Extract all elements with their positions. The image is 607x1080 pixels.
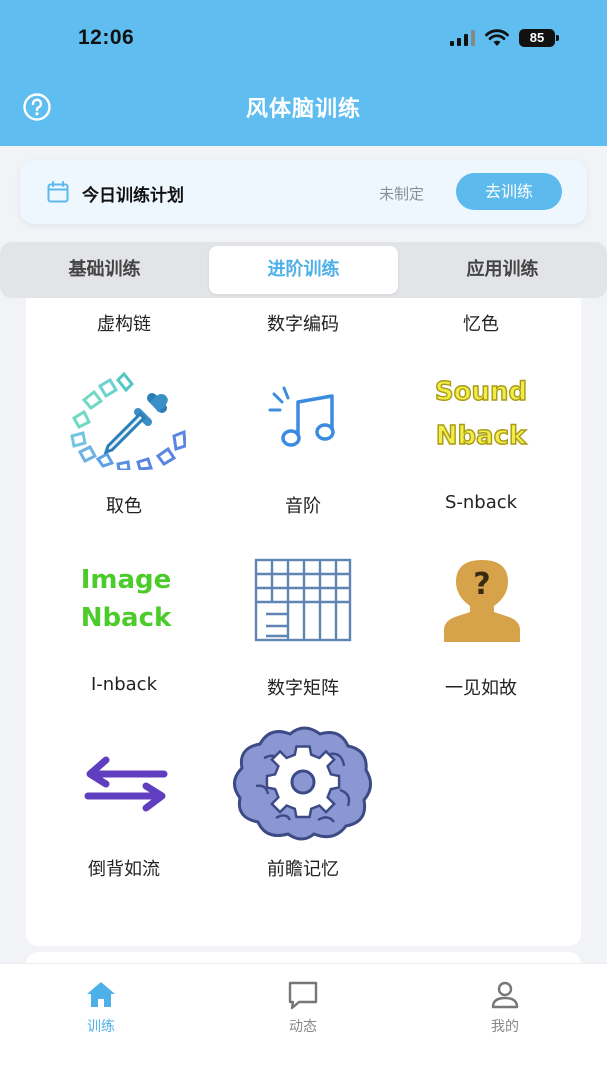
- nav-label: 训练: [87, 1019, 115, 1035]
- tab-basic[interactable]: 基础训练: [0, 246, 209, 294]
- nav-item-profile[interactable]: 我的: [445, 978, 565, 1036]
- tab-applied[interactable]: 应用训练: [398, 246, 607, 294]
- go-train-button[interactable]: 去训练: [456, 173, 562, 210]
- grid-item-label[interactable]: S-nback: [391, 492, 571, 513]
- grid-item-label[interactable]: 一见如故: [391, 674, 571, 700]
- grid-item-label[interactable]: I-nback: [34, 674, 214, 695]
- music-note-icon[interactable]: [266, 380, 342, 456]
- svg-text:Image: Image: [81, 565, 172, 595]
- brain-gear-icon[interactable]: [230, 724, 376, 842]
- grid-matrix-icon[interactable]: [252, 556, 356, 646]
- tab-advanced[interactable]: 进阶训练: [209, 246, 398, 294]
- svg-text:Sound: Sound: [435, 377, 527, 407]
- person-icon: [491, 981, 519, 1009]
- nav-item-feed[interactable]: 动态: [243, 978, 363, 1036]
- training-tabs: 基础训练 进阶训练 应用训练: [0, 242, 607, 298]
- plan-title: 今日训练计划: [82, 186, 184, 206]
- grid-item-label[interactable]: 数字编码: [213, 310, 393, 336]
- image-nback-logo[interactable]: Image Nback: [66, 556, 186, 636]
- grid-item-label[interactable]: 数字矩阵: [213, 674, 393, 700]
- battery-icon: 85: [519, 29, 559, 47]
- grid-item-label[interactable]: 忆色: [391, 310, 571, 336]
- training-grid: 虚构链 数字编码 忆色 取色 音阶 Sound Nback S-nback Im…: [26, 298, 581, 946]
- grid-item-label[interactable]: 取色: [34, 492, 214, 518]
- grid-item-label[interactable]: 前瞻记忆: [213, 855, 393, 881]
- svg-text:?: ?: [473, 567, 490, 602]
- swap-arrows-icon[interactable]: [82, 754, 170, 814]
- calendar-icon: [47, 181, 69, 203]
- app-header: 12:06 85 风体脑训练: [0, 0, 607, 146]
- wifi-icon: [485, 29, 509, 46]
- color-picker-icon[interactable]: [66, 370, 186, 470]
- grid-item-label[interactable]: 音阶: [213, 492, 393, 518]
- status-icons: 85: [450, 29, 559, 47]
- chat-bubble-icon: [288, 981, 318, 1010]
- svg-text:Nback: Nback: [436, 421, 527, 451]
- status-time: 12:06: [78, 26, 135, 49]
- plan-status: 未制定: [379, 185, 425, 203]
- grid-item-label[interactable]: 虚构链: [34, 310, 214, 336]
- signal-icon: [450, 30, 475, 46]
- grid-item-label[interactable]: 倒背如流: [34, 855, 214, 881]
- nav-label: 我的: [491, 1019, 519, 1035]
- sound-nback-logo[interactable]: Sound Nback: [421, 370, 541, 456]
- nav-item-train[interactable]: 训练: [41, 978, 161, 1036]
- bottom-nav: 训练 动态 我的: [0, 963, 607, 1080]
- home-icon: [87, 982, 115, 1007]
- nav-label: 动态: [289, 1019, 317, 1035]
- page-title: 风体脑训练: [245, 97, 361, 122]
- svg-text:Nback: Nback: [81, 603, 172, 633]
- daily-plan-card: 今日训练计划 未制定 去训练: [20, 160, 587, 224]
- person-question-icon[interactable]: ?: [440, 556, 524, 644]
